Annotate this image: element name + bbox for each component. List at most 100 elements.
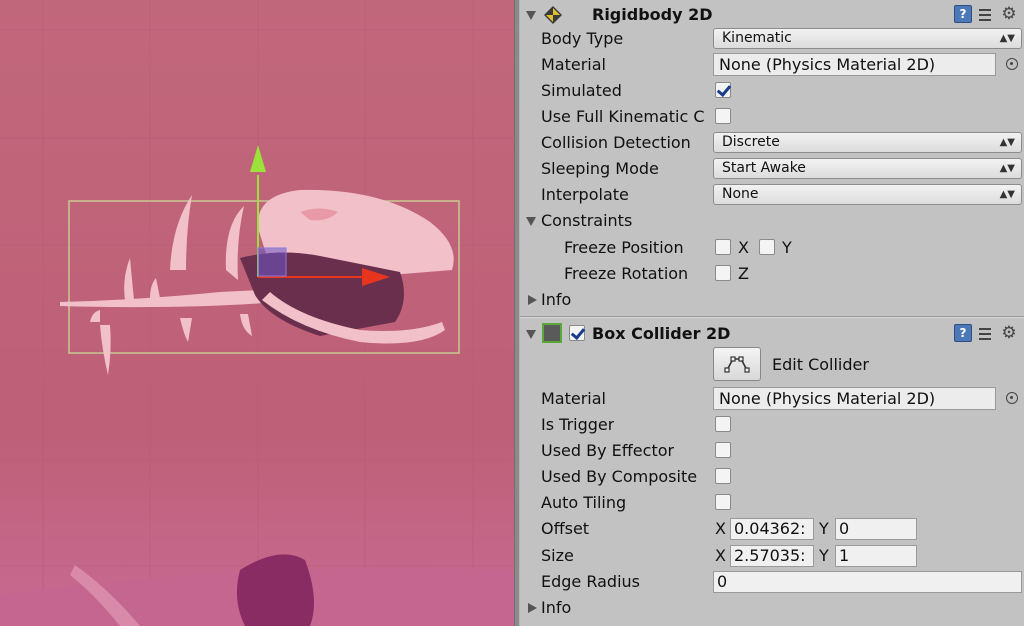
size-label: Size — [541, 546, 574, 565]
offset-x-field[interactable]: 0.04362: — [730, 518, 814, 540]
use-full-kinematic-checkbox[interactable] — [715, 108, 731, 124]
simulated-row: Simulated — [520, 78, 1024, 104]
offset-row: Offset X 0.04362: Y 0 — [520, 516, 1024, 542]
sleeping-mode-value: Start Awake — [722, 160, 806, 176]
size-x-label: X — [715, 546, 726, 565]
interpolate-dropdown[interactable]: None ▲▼ — [713, 184, 1022, 205]
sleeping-mode-label: Sleeping Mode — [541, 159, 659, 178]
box-collider-2d-header[interactable]: Box Collider 2D ? ⚙ — [520, 321, 1024, 347]
freeze-rotation-z-checkbox[interactable] — [715, 265, 731, 281]
component-title: Box Collider 2D — [592, 324, 731, 343]
foldout-arrow-icon[interactable] — [528, 295, 537, 305]
foldout-arrow-icon[interactable] — [526, 11, 536, 20]
help-icon[interactable]: ? — [954, 5, 972, 23]
material-field[interactable]: None (Physics Material 2D) — [713, 387, 996, 410]
collider-material-row: Material None (Physics Material 2D) — [520, 386, 1024, 412]
size-y-label: Y — [819, 546, 829, 565]
material-row: Material None (Physics Material 2D) — [520, 52, 1024, 78]
body-type-value: Kinematic — [722, 30, 792, 46]
offset-x-label: X — [715, 519, 726, 538]
used-by-effector-checkbox[interactable] — [715, 442, 731, 458]
interpolate-row: Interpolate None ▲▼ — [520, 182, 1024, 208]
info-label: Info — [541, 598, 572, 617]
use-full-kinematic-label: Use Full Kinematic C — [541, 107, 705, 126]
simulated-label: Simulated — [541, 81, 622, 100]
collision-detection-row: Collision Detection Discrete ▲▼ — [520, 130, 1024, 156]
used-by-effector-label: Used By Effector — [541, 441, 675, 460]
info-label: Info — [541, 290, 572, 309]
rigidbody-info-row[interactable]: Info — [520, 287, 1024, 313]
collision-detection-dropdown[interactable]: Discrete ▲▼ — [713, 132, 1022, 153]
used-by-composite-label: Used By Composite — [541, 467, 698, 486]
body-type-row: Body Type Kinematic ▲▼ — [520, 26, 1024, 52]
sleeping-mode-row: Sleeping Mode Start Awake ▲▼ — [520, 156, 1024, 182]
auto-tiling-checkbox[interactable] — [715, 494, 731, 510]
component-enabled-checkbox[interactable] — [569, 325, 585, 341]
edge-radius-row: Edge Radius 0 — [520, 569, 1024, 595]
preset-icon[interactable] — [976, 5, 994, 23]
gear-icon[interactable]: ⚙ — [1000, 324, 1018, 342]
help-icon[interactable]: ? — [954, 324, 972, 342]
freeze-position-y-label: Y — [782, 238, 792, 257]
offset-label: Offset — [541, 519, 590, 538]
material-field[interactable]: None (Physics Material 2D) — [713, 53, 996, 76]
sleeping-mode-dropdown[interactable]: Start Awake ▲▼ — [713, 158, 1022, 179]
simulated-checkbox[interactable] — [715, 82, 731, 98]
object-picker-icon[interactable] — [1006, 58, 1018, 70]
dropdown-arrows-icon: ▲▼ — [999, 33, 1015, 44]
y-axis-arrow-icon — [250, 145, 266, 172]
is-trigger-label: Is Trigger — [541, 415, 615, 434]
collider-info-row[interactable]: Info — [520, 595, 1024, 621]
foldout-arrow-icon[interactable] — [528, 603, 537, 613]
used-by-composite-row: Used By Composite — [520, 464, 1024, 490]
edge-radius-field[interactable]: 0 — [713, 571, 1022, 593]
size-y-field[interactable]: 1 — [835, 545, 917, 567]
freeze-position-y-checkbox[interactable] — [759, 239, 775, 255]
box-collider-icon — [542, 323, 562, 343]
inspector-panel: Rigidbody 2D ? ⚙ Body Type Kinematic ▲▼ M… — [520, 0, 1024, 626]
rigidbody-icon — [544, 6, 562, 24]
body-type-label: Body Type — [541, 29, 624, 48]
is-trigger-checkbox[interactable] — [715, 416, 731, 432]
interpolate-value: None — [722, 186, 759, 202]
edit-collider-button[interactable] — [713, 347, 761, 381]
rigidbody-2d-header[interactable]: Rigidbody 2D ? ⚙ — [520, 2, 1024, 28]
foldout-arrow-icon[interactable] — [526, 217, 536, 226]
collision-detection-label: Collision Detection — [541, 133, 691, 152]
gear-icon[interactable]: ⚙ — [1000, 5, 1018, 23]
dropdown-arrows-icon: ▲▼ — [999, 189, 1015, 200]
scene-view[interactable] — [0, 0, 514, 626]
freeze-position-row: Freeze Position X Y — [520, 235, 1024, 261]
edge-radius-label: Edge Radius — [541, 572, 640, 591]
freeze-position-x-label: X — [738, 238, 749, 257]
offset-y-label: Y — [819, 519, 829, 538]
constraints-label: Constraints — [541, 211, 633, 230]
xy-plane-handle — [257, 247, 287, 277]
offset-y-field[interactable]: 0 — [835, 518, 917, 540]
body-type-dropdown[interactable]: Kinematic ▲▼ — [713, 28, 1022, 49]
preset-icon[interactable] — [976, 324, 994, 342]
used-by-effector-row: Used By Effector — [520, 438, 1024, 464]
scene-canvas — [0, 0, 514, 626]
size-row: Size X 2.57035: Y 1 — [520, 543, 1024, 569]
freeze-position-x-checkbox[interactable] — [715, 239, 731, 255]
background-rock — [236, 554, 314, 626]
auto-tiling-row: Auto Tiling — [520, 490, 1024, 516]
material-label: Material — [541, 55, 606, 74]
component-title: Rigidbody 2D — [592, 5, 713, 24]
foldout-arrow-icon[interactable] — [526, 330, 536, 339]
freeze-rotation-row: Freeze Rotation Z — [520, 261, 1024, 287]
used-by-composite-checkbox[interactable] — [715, 468, 731, 484]
object-picker-icon[interactable] — [1006, 392, 1018, 404]
component-separator — [520, 316, 1024, 318]
is-trigger-row: Is Trigger — [520, 412, 1024, 438]
material-label: Material — [541, 389, 606, 408]
edit-collider-icon — [724, 356, 750, 373]
size-x-field[interactable]: 2.57035: — [730, 545, 814, 567]
edit-collider-label: Edit Collider — [772, 355, 869, 374]
interpolate-label: Interpolate — [541, 185, 629, 204]
fish-skeleton-sprite[interactable] — [60, 189, 454, 375]
freeze-rotation-label: Freeze Rotation — [564, 264, 689, 283]
constraints-row[interactable]: Constraints — [520, 208, 1024, 234]
dropdown-arrows-icon: ▲▼ — [999, 163, 1015, 174]
